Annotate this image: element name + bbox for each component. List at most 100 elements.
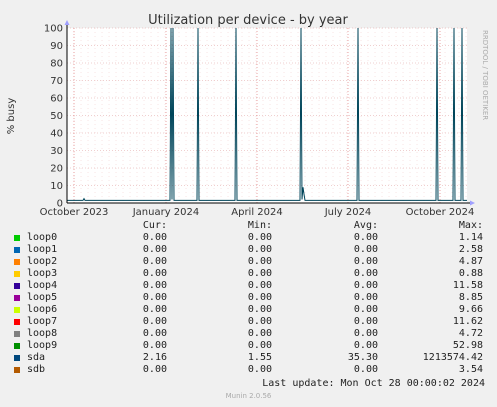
legend-max: 1213574.42 <box>422 352 483 363</box>
legend-avg: 35.30 <box>347 352 378 363</box>
y-tick-label: 90 <box>50 41 63 52</box>
legend-min: 0.00 <box>247 340 272 351</box>
legend-min: 1.55 <box>247 352 272 363</box>
legend-swatch <box>14 271 20 277</box>
legend-avg: 0.00 <box>353 244 378 255</box>
y-tick-label: 40 <box>50 129 63 140</box>
legend-name: loop8 <box>27 328 58 339</box>
header-min: Min: <box>247 220 272 231</box>
legend-swatch <box>14 295 20 301</box>
legend-swatch <box>14 307 20 313</box>
legend-row: loop1 0.00 0.00 0.00 2.58 <box>0 244 497 256</box>
legend-row: loop0 0.00 0.00 0.00 1.14 <box>0 232 497 244</box>
legend-name: loop7 <box>27 316 58 327</box>
legend-cur: 0.00 <box>142 244 167 255</box>
legend-row: loop5 0.00 0.00 0.00 8.85 <box>0 292 497 304</box>
legend-cur: 0.00 <box>142 256 167 267</box>
munin-version: Munin 2.0.56 <box>225 392 272 400</box>
x-tick-label: January 2024 <box>132 207 200 218</box>
legend-min: 0.00 <box>247 292 272 303</box>
x-tick-label: April 2024 <box>231 207 282 218</box>
legend-max: 3.54 <box>458 364 483 375</box>
y-tick-label: 100 <box>44 24 63 35</box>
legend-swatch <box>14 319 20 325</box>
legend-swatch <box>14 235 20 241</box>
legend-row: loop7 0.00 0.00 0.00 11.62 <box>0 316 497 328</box>
legend-cur: 2.16 <box>142 352 167 363</box>
legend-cur: 0.00 <box>142 328 167 339</box>
legend-min: 0.00 <box>247 328 272 339</box>
legend-row: sdb 0.00 0.00 0.00 3.54 <box>0 364 497 376</box>
legend-avg: 0.00 <box>353 292 378 303</box>
legend-name: loop1 <box>27 244 58 255</box>
header-max: Max: <box>458 220 483 231</box>
legend-swatch <box>14 259 20 265</box>
legend-name: loop4 <box>27 280 58 291</box>
legend-row: loop2 0.00 0.00 0.00 4.87 <box>0 256 497 268</box>
legend-swatch <box>14 367 20 373</box>
legend-row: loop4 0.00 0.00 0.00 11.58 <box>0 280 497 292</box>
legend-avg: 0.00 <box>353 364 378 375</box>
legend-cur: 0.00 <box>142 280 167 291</box>
legend-min: 0.00 <box>247 316 272 327</box>
legend-name: sdb <box>27 364 46 375</box>
legend-row: loop8 0.00 0.00 0.00 4.72 <box>0 328 497 340</box>
legend-min: 0.00 <box>247 232 272 243</box>
y-tick-label: 20 <box>50 164 63 175</box>
legend-max: 11.58 <box>452 280 483 291</box>
y-tick-label: 60 <box>50 94 63 105</box>
legend-name: loop9 <box>27 340 58 351</box>
y-axis-label: % busy <box>6 98 17 135</box>
legend-row: loop9 0.00 0.00 0.00 52.98 <box>0 340 497 352</box>
legend-max: 11.62 <box>452 316 483 327</box>
legend-name: loop6 <box>27 304 58 315</box>
legend-avg: 0.00 <box>353 232 378 243</box>
legend-cur: 0.00 <box>142 304 167 315</box>
legend-swatch <box>14 247 20 253</box>
legend-avg: 0.00 <box>353 316 378 327</box>
legend-cur: 0.00 <box>142 268 167 279</box>
x-tick-label: October 2023 <box>40 207 109 218</box>
legend-name: loop3 <box>27 268 58 279</box>
y-tick-label: 30 <box>50 146 63 157</box>
legend-name: loop5 <box>27 292 58 303</box>
last-update: Last update: Mon Oct 28 00:00:02 2024 <box>262 378 485 389</box>
legend-name: loop2 <box>27 256 58 267</box>
legend-name: sda <box>27 352 46 363</box>
legend-header: Cur: Min: Avg: Max: <box>0 220 497 232</box>
y-tick-label: 80 <box>50 59 63 70</box>
legend-min: 0.00 <box>247 280 272 291</box>
legend-cur: 0.00 <box>142 232 167 243</box>
legend-min: 0.00 <box>247 364 272 375</box>
legend-min: 0.00 <box>247 304 272 315</box>
legend-cur: 0.00 <box>142 316 167 327</box>
legend-name: loop0 <box>27 232 58 243</box>
legend-swatch <box>14 355 20 361</box>
legend-avg: 0.00 <box>353 304 378 315</box>
legend-max: 2.58 <box>458 244 483 255</box>
legend-avg: 0.00 <box>353 268 378 279</box>
y-tick-label: 10 <box>50 181 63 192</box>
legend-cur: 0.00 <box>142 340 167 351</box>
header-cur: Cur: <box>142 220 167 231</box>
legend-max: 1.14 <box>458 232 483 243</box>
legend-row: loop6 0.00 0.00 0.00 9.66 <box>0 304 497 316</box>
rrdtool-watermark: RRDTOOL / TOBI OETIKER <box>481 30 489 120</box>
x-axis-arrow <box>470 200 475 206</box>
legend-avg: 0.00 <box>353 256 378 267</box>
header-avg: Avg: <box>353 220 378 231</box>
legend-min: 0.00 <box>247 268 272 279</box>
y-tick-label: 50 <box>50 111 63 122</box>
legend-table: Cur: Min: Avg: Max: loop0 0.00 0.00 0.00 1.1… <box>0 220 497 376</box>
x-tick-label: October 2024 <box>406 207 475 218</box>
legend-max: 4.72 <box>458 328 483 339</box>
legend-min: 0.00 <box>247 244 272 255</box>
y-tick-label: 70 <box>50 76 63 87</box>
legend-row: loop3 0.00 0.00 0.00 0.88 <box>0 268 497 280</box>
legend-row: sda 2.16 1.55 35.30 1213574.42 <box>0 352 497 364</box>
legend-max: 0.88 <box>458 268 483 279</box>
legend-max: 52.98 <box>452 340 483 351</box>
legend-max: 9.66 <box>458 304 483 315</box>
legend-avg: 0.00 <box>353 280 378 291</box>
legend-rows: loop0 0.00 0.00 0.00 1.14 loop1 0.00 0.00 0.00 2.… <box>0 232 497 376</box>
